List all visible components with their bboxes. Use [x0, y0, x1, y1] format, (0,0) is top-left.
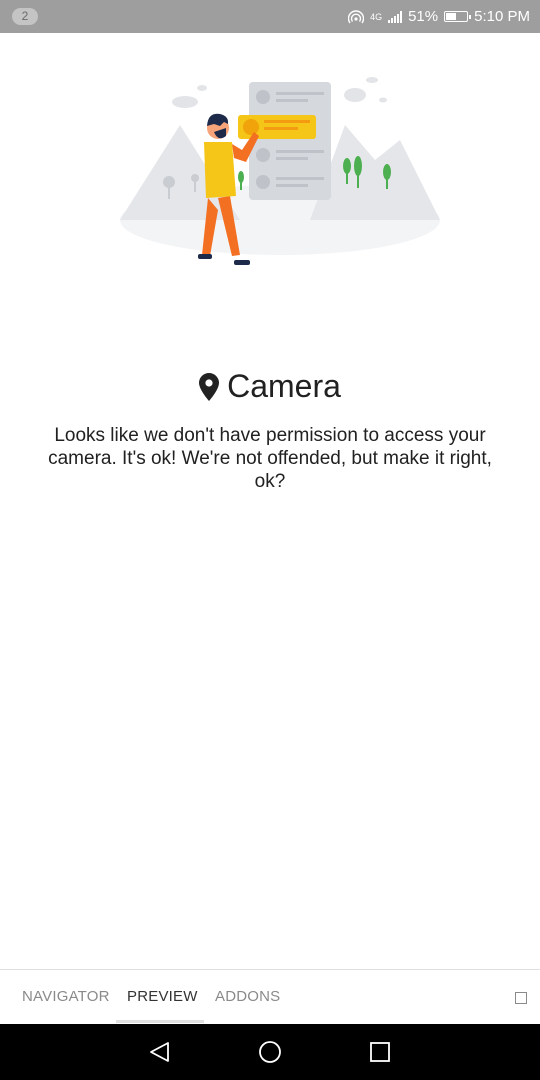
battery-icon [444, 11, 472, 22]
home-circle-icon[interactable] [258, 1040, 282, 1064]
permission-heading: Camera [0, 368, 540, 405]
notification-count-badge: 2 [12, 8, 38, 25]
page-title: Camera [227, 368, 341, 404]
active-tab-indicator [116, 1020, 204, 1023]
bottom-tab-bar: NAVIGATOR PREVIEW ADDONS [0, 969, 540, 1025]
status-indicators: 4G 51% 5:10 PM [348, 8, 530, 25]
status-bar: 2 4G 51% 5:10 PM [0, 0, 540, 33]
tab-preview[interactable]: PREVIEW [127, 988, 198, 1005]
signal-strength-icon [388, 10, 403, 23]
tab-addons[interactable]: ADDONS [215, 988, 280, 1005]
permission-message: Looks like we don't have permission to a… [48, 425, 492, 492]
system-nav-bar [0, 1024, 540, 1080]
location-pin-icon [199, 372, 220, 401]
person-with-list-illustration [120, 77, 440, 265]
hotspot-icon [348, 9, 365, 23]
network-type-label: 4G [370, 11, 383, 22]
tab-navigator[interactable]: NAVIGATOR [22, 988, 110, 1005]
square-toggle-icon[interactable] [515, 992, 527, 1004]
recents-square-icon[interactable] [368, 1040, 392, 1064]
clock: 5:10 PM [474, 8, 530, 25]
back-triangle-icon[interactable] [148, 1040, 172, 1064]
battery-percent: 51% [408, 8, 439, 25]
